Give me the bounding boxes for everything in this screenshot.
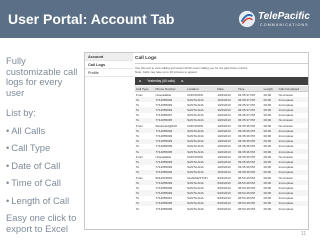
call-log-rows: From Unavailable UNKNOWN 10/2/2013 03:35:37 … [135, 92, 308, 212]
next-range-button[interactable]: ► [181, 79, 184, 83]
date-filter-bar: ◄ Yesterday (All calls) ► [135, 77, 308, 85]
table-row[interactable]: To 7714055099 SANTA ANA 10/2/2013 03:35:36 P… [135, 169, 308, 175]
table-row[interactable]: To 7714055099 SANTA ANA 10/2/2013 03:35:36 P… [135, 159, 308, 165]
call-logs-panel: Call Logs Use this tool to view calling … [135, 53, 308, 229]
logo-tagline: COMMUNICATIONS [260, 23, 309, 27]
prev-range-button[interactable]: ◄ [138, 79, 141, 83]
table-row[interactable]: From Restricted@100 UNKNOWN 10/2/2013 03:35:… [135, 123, 308, 128]
table-row[interactable]: To 7714055095 SANTA ANA 9/16/2013 06:54:49 P… [135, 206, 308, 211]
page-number: 11 [301, 231, 307, 237]
table-row[interactable]: To 7714055099 SANTA ANA 10/2/2013 03:35:36 P… [135, 165, 308, 170]
bullet-icon: • [6, 124, 10, 136]
bullet-icon: • [6, 159, 10, 171]
panel-divider [135, 63, 308, 64]
table-row[interactable]: To 7714055095 SANTA ANA 9/16/2013 06:54:49 P… [135, 200, 308, 207]
table-row[interactable]: To 7714055097 SANTA ANA 10/2/2013 03:35:37 P… [135, 113, 308, 118]
table-row[interactable]: To 7714055099 SANTA ANA 9/16/2013 06:54:49 P… [135, 185, 308, 190]
table-cell: To [136, 206, 140, 211]
list-label: List by: [6, 107, 36, 118]
table-row[interactable]: From Unavailable UNKNOWN 10/2/2013 03:35:37 … [135, 92, 308, 98]
list-option-label: Date of Call [11, 159, 61, 171]
list-option-label: Length of Call [11, 194, 70, 206]
table-row[interactable]: To 7714055097 SANTA ANA 9/16/2013 06:54:49 P… [135, 196, 308, 201]
table-cell: Incomplete [278, 206, 294, 211]
list-option: • Time of Call [6, 177, 82, 189]
table-row[interactable]: To 7714055095 SANTA ANA 10/2/2013 03:35:37 P… [135, 117, 308, 124]
export-text: Easy one click to export to Excel [6, 212, 77, 234]
panel-title: Call Logs [135, 56, 157, 61]
table-cell: SANTA ANA [187, 206, 204, 211]
table-row[interactable]: To 7714055099 SANTA ANA 10/2/2013 03:35:37 P… [135, 97, 308, 103]
table-row[interactable]: From Unavailable UNKNOWN 10/2/2013 03:35:36 … [135, 154, 308, 159]
table-row[interactable]: To 7714055099 SANTA ANA 9/16/2013 06:54:49 P… [135, 190, 308, 196]
list-option: • Date of Call [6, 159, 82, 172]
instructions-note: Note: Calls may take up to 30 minutes to… [135, 70, 198, 74]
table-cell: 7714055095 [155, 206, 173, 211]
table-row[interactable]: To 7714055099 SANTA ANA 10/2/2013 03:35:36 P… [135, 138, 308, 144]
feature-description: Fully customizable call logs for every u… [6, 55, 82, 234]
table-cell: 00:00 [263, 206, 272, 211]
table-row[interactable]: To 7714055099 SANTA ANA 10/2/2013 03:35:37 P… [135, 107, 308, 113]
table-row[interactable]: From 5012001830 CHARLESTON 9/16/2013 06:54:4… [135, 175, 308, 180]
list-option: • All Calls [6, 124, 82, 137]
intro-text: Fully customizable call logs for every u… [6, 55, 78, 98]
list-options: • All Calls • Call Type • Date of Call • Tim… [6, 124, 82, 207]
slide-title: User Portal: Account Tab [8, 11, 175, 27]
sidebar-header-account[interactable]: Account [85, 53, 133, 61]
slide-title-bar: User Portal: Account Tab TelePacific COM… [0, 0, 320, 38]
bullet-icon: • [6, 142, 10, 153]
portal-sidebar: Account Call Logs Profile [85, 53, 133, 229]
date-range-select[interactable]: Yesterday (All calls) [147, 79, 175, 83]
table-row[interactable]: To 7714055099 SANTA ANA 9/16/2013 06:54:49 P… [135, 180, 308, 186]
logo-swirl-icon [238, 10, 256, 28]
table-cell: 06:54:49 PM [238, 206, 256, 211]
table-row[interactable]: To 7714055099 SANTA ANA 10/2/2013 03:35:36 P… [135, 133, 308, 138]
logo-name: TelePacific [258, 11, 310, 22]
call-log-table: Call Type Phone Number Location Date Tim… [135, 86, 308, 211]
list-option-label: Time of Call [11, 177, 61, 188]
sidebar-item-profile[interactable]: Profile [85, 69, 133, 77]
list-option: • Call Type [6, 142, 82, 154]
list-option-label: All Calls [11, 124, 46, 136]
portal-screenshot: Account Call Logs Profile Call Logs Use … [84, 52, 309, 230]
table-row[interactable]: To 7714055095 SANTA ANA 10/2/2013 03:35:36 P… [135, 148, 308, 155]
table-row[interactable]: To 7714055095 SANTA ANA 10/2/2013 03:35:36 P… [135, 144, 308, 149]
table-row[interactable]: To 7714055099 SANTA ANA 10/2/2013 03:35:36 P… [135, 128, 308, 134]
bullet-icon: • [6, 177, 10, 188]
list-option-label: Call Type [11, 142, 51, 153]
list-option: • Length of Call [6, 194, 82, 207]
table-cell: 9/16/2013 [217, 206, 231, 211]
bullet-icon: • [6, 194, 10, 206]
company-logo: TelePacific COMMUNICATIONS [238, 9, 314, 31]
table-row[interactable]: To 7714055099 SANTA ANA 10/2/2013 03:35:37 P… [135, 102, 308, 107]
sidebar-item-call-logs[interactable]: Call Logs [85, 61, 133, 69]
